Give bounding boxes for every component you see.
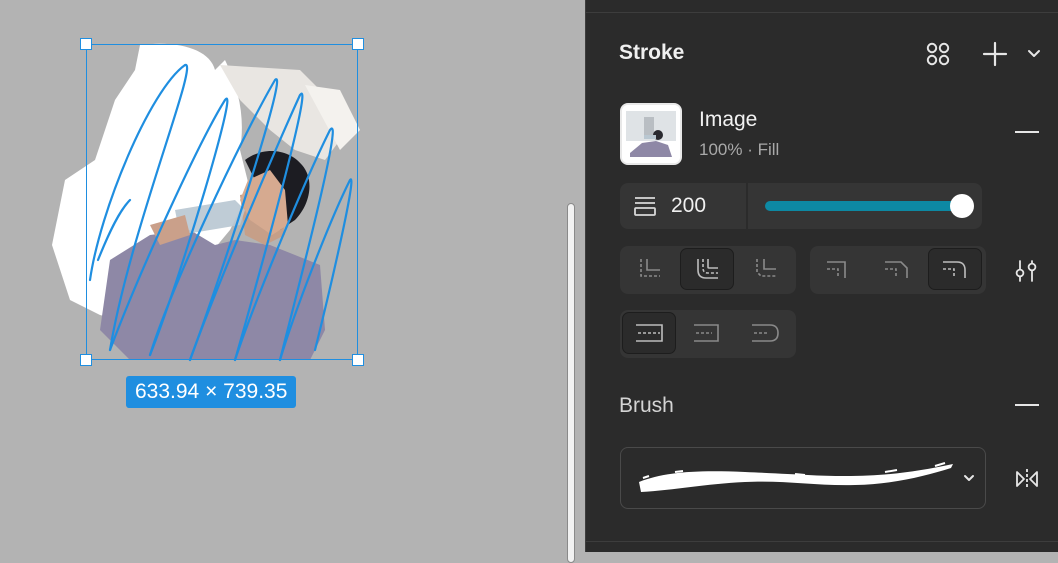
slider-thumb[interactable] [950,194,974,218]
flip-horizontal-icon[interactable] [1012,464,1042,494]
join-round-icon[interactable] [680,248,734,290]
chevron-down-icon[interactable] [1024,44,1044,64]
divider [746,183,748,229]
chevron-down-icon [959,468,979,488]
add-icon[interactable] [979,38,1011,70]
join-bevel-icon[interactable] [738,248,792,290]
dimensions-badge: 633.94 × 739.35 [126,376,297,408]
stroke-width-slider[interactable] [765,201,961,211]
align-outside-icon[interactable] [738,312,792,354]
join-miter-icon[interactable] [622,248,676,290]
properties-panel: Stroke Image 100% · Fill 200 Brush [585,0,1058,552]
divider [586,541,1058,542]
vertical-scrollbar[interactable] [567,203,575,563]
join-style-group [620,246,796,294]
fill-details: 100% · Fill [699,140,780,159]
align-center-icon[interactable] [680,312,734,354]
stroke-section-title: Stroke [619,41,685,64]
align-inside-icon[interactable] [622,312,676,354]
stroke-width-control: 200 [620,183,982,229]
resize-handle-top-left[interactable] [80,38,92,50]
resize-handle-bottom-right[interactable] [352,354,364,366]
divider [586,12,1058,13]
cap-round-icon[interactable] [928,248,982,290]
brush-preview [639,462,953,492]
cap-none-icon[interactable] [812,248,866,290]
resize-handle-bottom-left[interactable] [80,354,92,366]
remove-icon[interactable] [1014,122,1040,142]
stroke-width-icon [632,193,658,219]
styles-grid-icon[interactable] [922,38,954,70]
stroke-align-group [620,310,796,358]
brush-section-title: Brush [619,394,674,417]
selection-box[interactable] [86,44,358,360]
resize-handle-top-right[interactable] [352,38,364,50]
stroke-width-value[interactable]: 200 [671,194,706,218]
brush-select[interactable] [620,447,986,509]
remove-icon[interactable] [1014,395,1040,415]
image-fill-thumbnail[interactable] [620,103,682,165]
adjust-icon[interactable] [1011,256,1041,286]
fill-type-label: Image [699,108,758,131]
canvas[interactable]: 633.94 × 739.35 [0,0,585,563]
cap-square-icon[interactable] [870,248,924,290]
cap-style-group [810,246,986,294]
